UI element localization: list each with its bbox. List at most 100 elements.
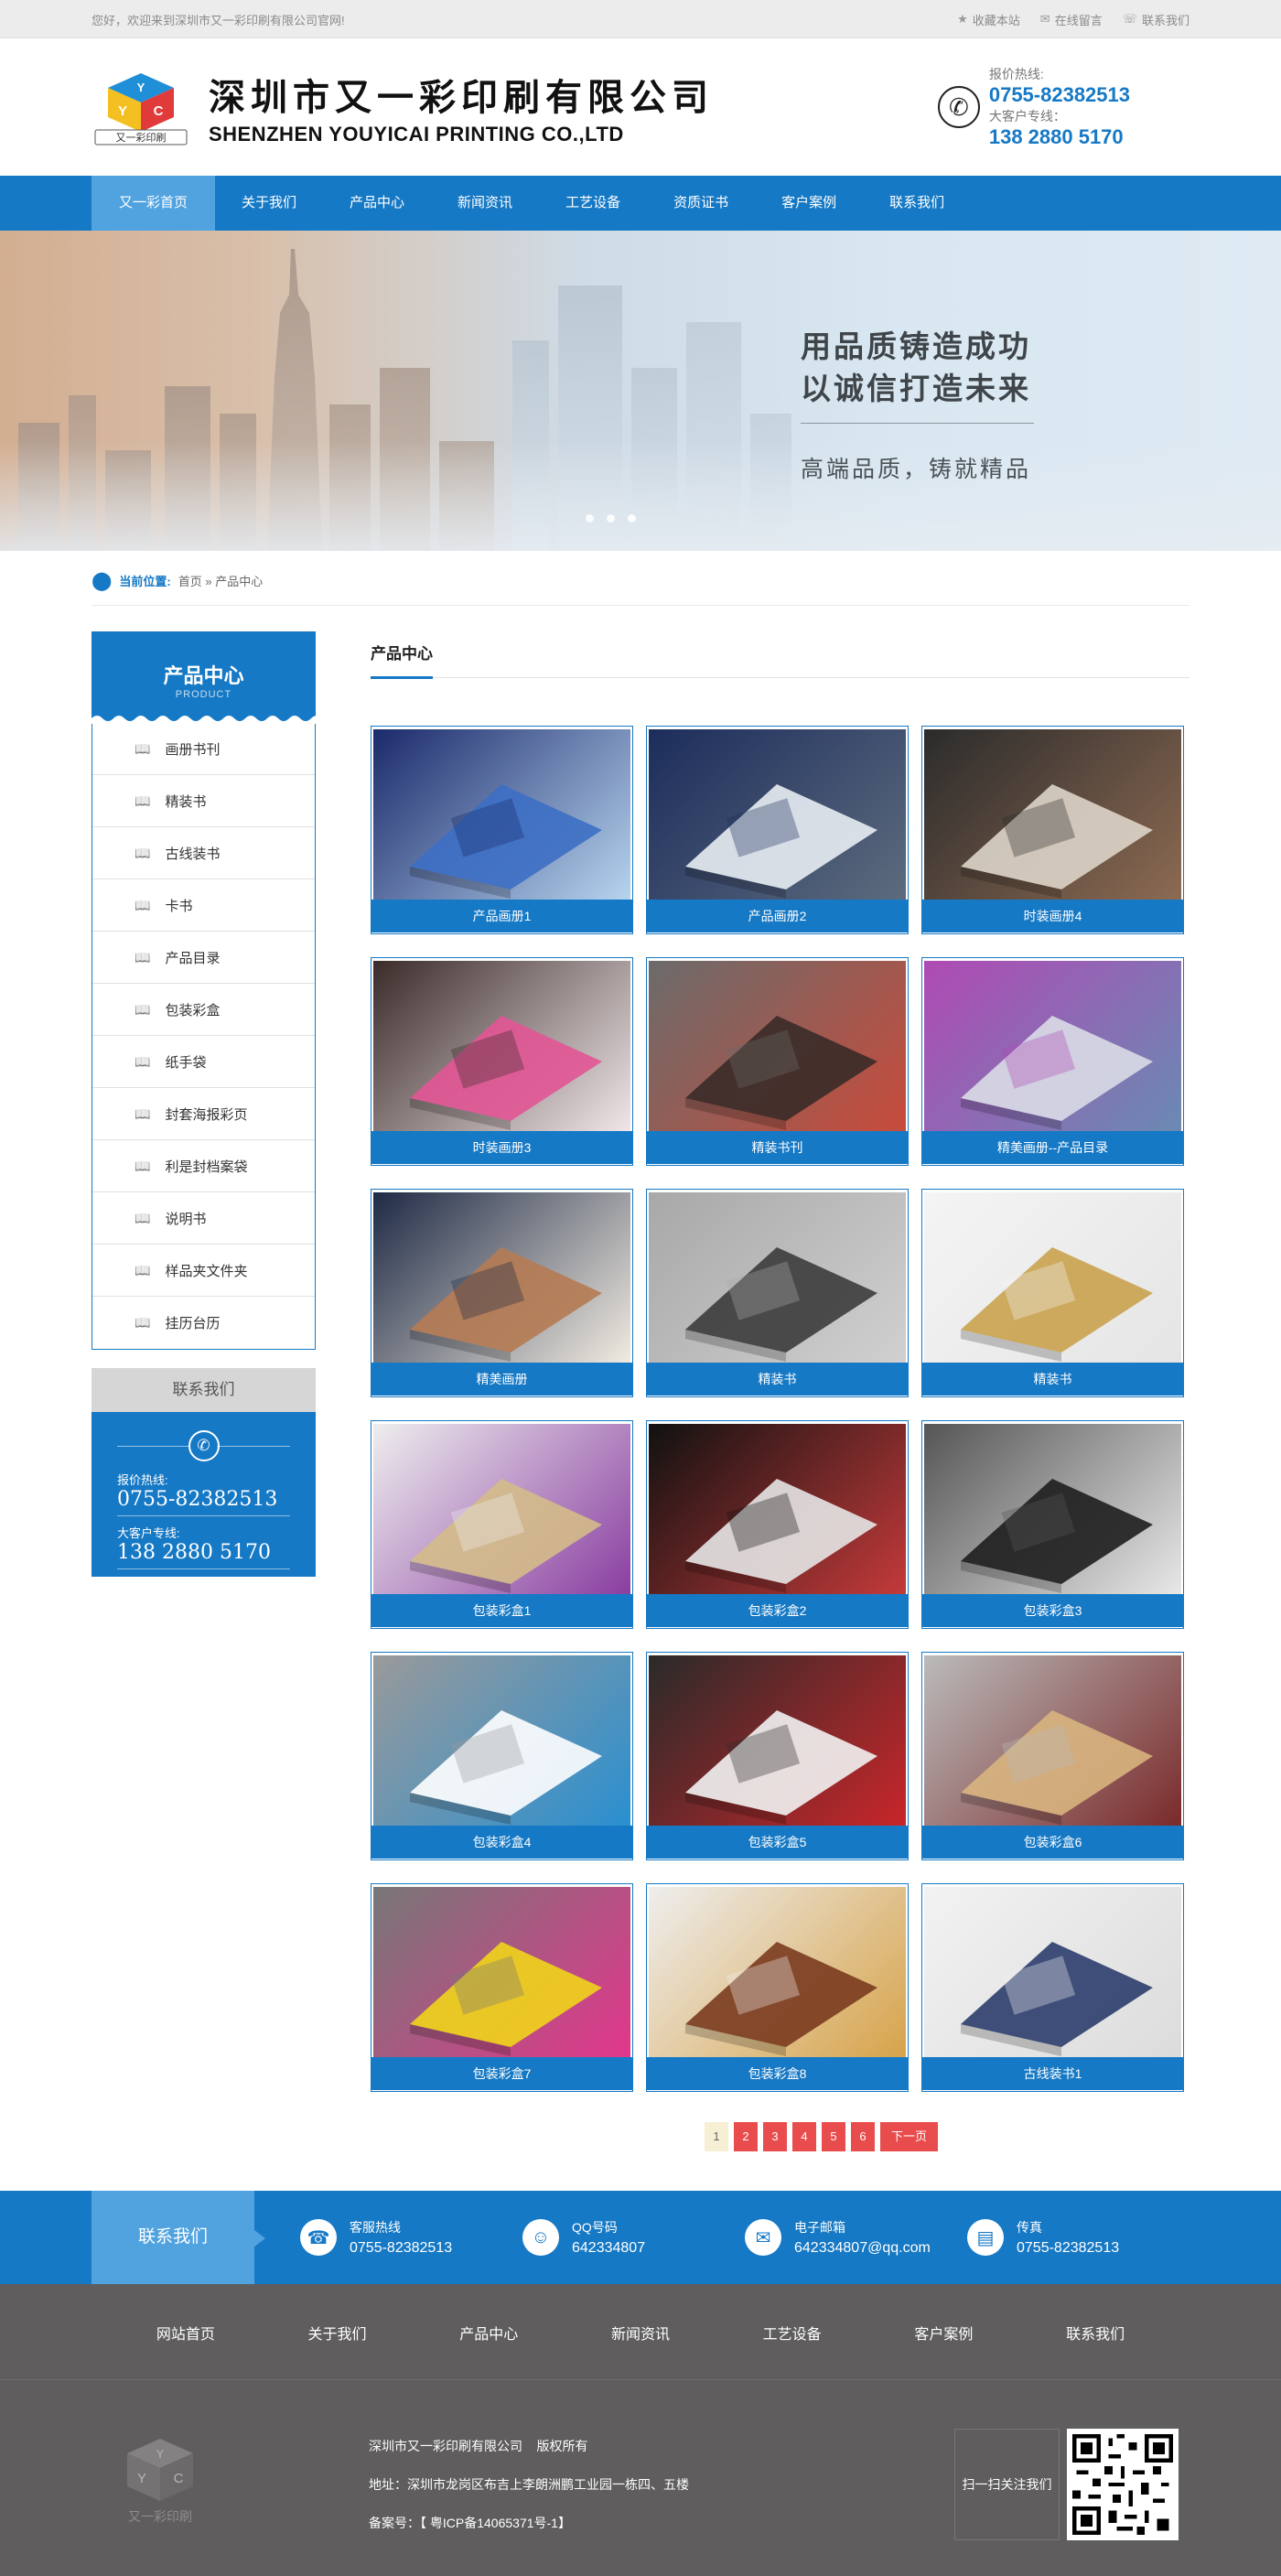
product-image[interactable]: [649, 729, 906, 900]
sidebar-category-item[interactable]: 📖 包装彩盒: [92, 984, 315, 1036]
product-name[interactable]: 包装彩盒1: [371, 1594, 632, 1627]
footer-nav-link[interactable]: 客户案例: [914, 2322, 973, 2344]
product-card[interactable]: 精美画册--产品目录: [921, 957, 1184, 1166]
product-name[interactable]: 古线装书1: [922, 2057, 1183, 2090]
sidebar-category-item[interactable]: 📖 卡书: [92, 879, 315, 932]
product-card[interactable]: 包装彩盒3: [921, 1420, 1184, 1629]
product-card[interactable]: 包装彩盒7: [371, 1883, 633, 2092]
product-name[interactable]: 包装彩盒3: [922, 1594, 1183, 1627]
sidebar-category-item[interactable]: 📖 精装书: [92, 775, 315, 827]
page-link[interactable]: 4: [791, 2122, 816, 2151]
product-name[interactable]: 时装画册3: [371, 1131, 632, 1164]
sidebar-category-item[interactable]: 📖 封套海报彩页: [92, 1088, 315, 1140]
slider-dot[interactable]: [607, 514, 615, 523]
product-name[interactable]: 精装书刊: [647, 1131, 908, 1164]
sidebar-category-item[interactable]: 📖 样品夹文件夹: [92, 1245, 315, 1297]
product-card[interactable]: 时装画册3: [371, 957, 633, 1166]
product-image[interactable]: [373, 729, 630, 900]
product-card[interactable]: 精装书刊: [646, 957, 909, 1166]
slider-dot[interactable]: [628, 514, 636, 523]
product-image[interactable]: [924, 961, 1181, 1131]
page-link[interactable]: 3: [762, 2122, 787, 2151]
sidebar-category-item[interactable]: 📖 纸手袋: [92, 1036, 315, 1088]
footer-nav-link[interactable]: 联系我们: [1066, 2322, 1125, 2344]
nav-item[interactable]: 工艺设备: [539, 176, 647, 231]
product-card[interactable]: 产品画册2: [646, 726, 909, 934]
product-name[interactable]: 精美画册--产品目录: [922, 1131, 1183, 1164]
product-name[interactable]: 包装彩盒7: [371, 2057, 632, 2090]
product-image[interactable]: [649, 1887, 906, 2057]
nav-item[interactable]: 关于我们: [215, 176, 323, 231]
product-name[interactable]: 包装彩盒2: [647, 1594, 908, 1627]
sidebar-category-item[interactable]: 📖 利是封档案袋: [92, 1140, 315, 1192]
breadcrumb-path[interactable]: 首页 » 产品中心: [178, 572, 263, 589]
product-card[interactable]: 产品画册1: [371, 726, 633, 934]
nav-item[interactable]: 又一彩首页: [92, 176, 216, 231]
product-card[interactable]: 精装书: [646, 1189, 909, 1397]
page-link[interactable]: 6: [850, 2122, 875, 2151]
product-name[interactable]: 产品画册1: [371, 900, 632, 932]
product-image[interactable]: [649, 1655, 906, 1826]
footer-nav-link[interactable]: 新闻资讯: [611, 2322, 670, 2344]
product-image[interactable]: [649, 1192, 906, 1363]
product-card[interactable]: 时装画册4: [921, 726, 1184, 934]
product-image[interactable]: [373, 1887, 630, 2057]
nav-item[interactable]: 产品中心: [323, 176, 431, 231]
product-card[interactable]: 精装书: [921, 1189, 1184, 1397]
product-image[interactable]: [924, 729, 1181, 900]
page-link[interactable]: 1: [704, 2122, 728, 2151]
product-image[interactable]: [649, 1424, 906, 1594]
product-image[interactable]: [373, 1424, 630, 1594]
product-card[interactable]: 古线装书1: [921, 1883, 1184, 2092]
product-card[interactable]: 包装彩盒2: [646, 1420, 909, 1629]
product-card[interactable]: 包装彩盒5: [646, 1652, 909, 1860]
footer-nav-link[interactable]: 产品中心: [459, 2322, 518, 2344]
sidebar-category-item[interactable]: 📖 古线装书: [92, 827, 315, 879]
page-link[interactable]: 5: [821, 2122, 845, 2151]
book-icon: 📖: [135, 740, 151, 756]
product-image[interactable]: [924, 1192, 1181, 1363]
product-name[interactable]: 包装彩盒5: [647, 1826, 908, 1859]
nav-item[interactable]: 资质证书: [647, 176, 755, 231]
logo[interactable]: Y Y C 又一彩印刷 深圳市又一彩印刷有限公司 SHENZHEN YOUYIC…: [92, 68, 714, 146]
product-name[interactable]: 包装彩盒4: [371, 1826, 632, 1859]
product-name[interactable]: 时装画册4: [922, 900, 1183, 932]
product-name[interactable]: 精装书: [922, 1363, 1183, 1396]
slider-dot[interactable]: [586, 514, 594, 523]
product-name[interactable]: 包装彩盒8: [647, 2057, 908, 2090]
product-image[interactable]: [649, 961, 906, 1131]
footer-nav-link[interactable]: 网站首页: [156, 2322, 215, 2344]
sidebar-category-item[interactable]: 📖 画册书刊: [92, 723, 315, 775]
product-name[interactable]: 包装彩盒6: [922, 1826, 1183, 1859]
nav-item[interactable]: 联系我们: [863, 176, 971, 231]
sidebar-category-item[interactable]: 📖 说明书: [92, 1192, 315, 1245]
company-name-en: SHENZHEN YOUYICAI PRINTING CO.,LTD: [209, 123, 624, 146]
footer-nav-link[interactable]: 关于我们: [308, 2322, 367, 2344]
product-name[interactable]: 精装书: [647, 1363, 908, 1396]
bookmark-link[interactable]: ★ 收藏本站: [957, 11, 1020, 28]
next-page-button[interactable]: 下一页: [879, 2122, 938, 2151]
footer-nav-link[interactable]: 工艺设备: [763, 2322, 822, 2344]
product-image[interactable]: [924, 1655, 1181, 1826]
message-link[interactable]: ✉ 在线留言: [1040, 11, 1103, 28]
sidebar-category-item[interactable]: 📖 产品目录: [92, 932, 315, 984]
nav-item[interactable]: 新闻资讯: [431, 176, 539, 231]
nav-item[interactable]: 客户案例: [755, 176, 863, 231]
page-link[interactable]: 2: [733, 2122, 758, 2151]
footer-icp[interactable]: 备案号：【 粤ICP备14065371号-1】: [369, 2504, 881, 2542]
sidebar-category-label: 包装彩盒: [165, 1002, 221, 1019]
product-name[interactable]: 产品画册2: [647, 900, 908, 932]
product-image[interactable]: [373, 961, 630, 1131]
product-image[interactable]: [373, 1655, 630, 1826]
contact-link[interactable]: ☏ 联系我们: [1123, 11, 1190, 28]
product-image[interactable]: [924, 1887, 1181, 2057]
product-card[interactable]: 包装彩盒4: [371, 1652, 633, 1860]
product-image[interactable]: [924, 1424, 1181, 1594]
product-image[interactable]: [373, 1192, 630, 1363]
product-card[interactable]: 包装彩盒6: [921, 1652, 1184, 1860]
product-card[interactable]: 包装彩盒1: [371, 1420, 633, 1629]
product-name[interactable]: 精美画册: [371, 1363, 632, 1396]
sidebar-category-item[interactable]: 📖 挂历台历: [92, 1297, 315, 1349]
product-card[interactable]: 精美画册: [371, 1189, 633, 1397]
product-card[interactable]: 包装彩盒8: [646, 1883, 909, 2092]
